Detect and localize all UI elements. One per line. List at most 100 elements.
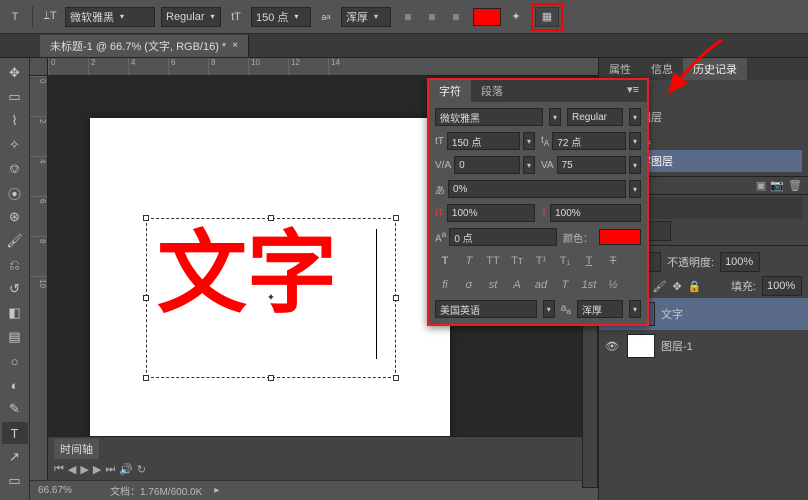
trash-icon[interactable]: 🗑 — [788, 179, 802, 192]
strikethrough-button[interactable]: T — [603, 252, 623, 270]
cp-baseline-input[interactable]: 0 点 — [449, 228, 557, 246]
character-tab[interactable]: 字符 — [429, 80, 471, 102]
canvas-text-content[interactable]: 文字 — [157, 229, 337, 319]
shape-tool[interactable]: ▭ — [2, 470, 28, 492]
dodge-tool[interactable]: ◐ — [2, 374, 28, 396]
lock-position-icon[interactable]: ✥ — [672, 280, 681, 293]
timeline-tab[interactable]: 时间轴 — [54, 439, 99, 459]
healing-tool[interactable]: ⊛ — [2, 206, 28, 228]
font-style-dropdown[interactable]: Regular▾ — [161, 7, 221, 27]
ligatures-button[interactable]: fi — [435, 276, 455, 294]
panel-menu-icon[interactable]: ▾≡ — [619, 80, 647, 102]
handle-bottom-right[interactable] — [393, 375, 399, 381]
align-left-button[interactable]: ≡ — [397, 7, 419, 27]
properties-tab[interactable]: 属性 — [599, 58, 641, 80]
handle-top-left[interactable] — [143, 215, 149, 221]
blur-tool[interactable]: ○ — [2, 350, 28, 372]
character-panel[interactable]: 字符 段落 ▾≡ 微软雅黑▾ Regular▾ tT150 点▾ tA72 点▾… — [427, 78, 649, 326]
eraser-tool[interactable]: ◧ — [2, 302, 28, 324]
history-tab[interactable]: 历史记录 — [683, 58, 747, 80]
swash-button[interactable]: A — [507, 276, 527, 294]
timeline-loop-icon[interactable]: ↻ — [137, 463, 146, 476]
bold-button[interactable]: T — [435, 252, 455, 270]
crop-tool[interactable]: ⎊ — [2, 158, 28, 180]
layer-name[interactable]: 文字 — [661, 306, 683, 322]
lock-all-icon[interactable]: 🔒 — [688, 280, 702, 293]
lock-pixels-icon[interactable]: 🖌 — [652, 280, 666, 293]
ordinals-button[interactable]: T — [555, 276, 575, 294]
document-tab[interactable]: 未标题-1 @ 66.7% (文字, RGB/16) * × — [40, 35, 249, 57]
subscript-button[interactable]: T₁ — [555, 252, 575, 270]
gradient-tool[interactable]: ▤ — [2, 326, 28, 348]
history-brush-tool[interactable]: ↺ — [2, 278, 28, 300]
cp-vscale-input[interactable]: 100% — [447, 204, 535, 222]
paragraph-tab[interactable]: 段落 — [471, 80, 513, 102]
align-center-button[interactable]: ≡ — [421, 7, 443, 27]
orientation-icon[interactable]: ⟘T — [41, 8, 59, 26]
text-bounding-box[interactable]: 文字 ✦ — [146, 218, 396, 378]
type-tool[interactable]: T — [2, 422, 28, 444]
opacity-input[interactable]: 100% — [720, 252, 760, 272]
zoom-level[interactable]: 66.67% — [38, 485, 98, 496]
cp-font-size-input[interactable]: 150 点 — [447, 132, 520, 150]
cp-aa-dropdown[interactable]: 浑厚 — [577, 300, 623, 318]
fractions-button[interactable]: 1st — [579, 276, 599, 294]
camera-icon[interactable]: 📷 — [770, 179, 784, 192]
stylistic-button[interactable]: st — [483, 276, 503, 294]
path-tool[interactable]: ↗ — [2, 446, 28, 468]
cp-leading-input[interactable]: 72 点 — [552, 132, 626, 150]
marquee-tool[interactable]: ▭ — [2, 86, 28, 108]
handle-bottom-center[interactable] — [268, 375, 274, 381]
snapshot-icon[interactable]: ▣ — [756, 179, 766, 192]
font-family-dropdown[interactable]: 微软雅黑▾ — [65, 7, 155, 27]
layer-name[interactable]: 图层-1 — [661, 338, 693, 354]
text-color-swatch[interactable] — [473, 8, 501, 26]
font-size-dropdown[interactable]: 150 点▾ — [251, 7, 311, 27]
close-tab-icon[interactable]: × — [232, 40, 238, 51]
cp-font-style-dropdown[interactable]: Regular — [567, 108, 623, 126]
italic-button[interactable]: T — [459, 252, 479, 270]
cp-tracking-input[interactable]: 75 — [557, 156, 626, 174]
superscript-button[interactable]: T¹ — [531, 252, 551, 270]
layer-row[interactable]: 👁 图层-1 — [599, 330, 808, 362]
handle-top-right[interactable] — [393, 215, 399, 221]
status-caret-icon[interactable]: ▸ — [214, 485, 219, 496]
timeline-prev-icon[interactable]: ◀ — [68, 463, 76, 476]
cp-tsume-input[interactable]: 0% — [448, 180, 626, 198]
cp-color-swatch[interactable] — [599, 229, 641, 245]
underline-button[interactable]: T — [579, 252, 599, 270]
visibility-toggle-icon[interactable]: 👁 — [605, 340, 621, 353]
half-button[interactable]: ½ — [603, 276, 623, 294]
timeline-last-icon[interactable]: ⏭ — [105, 463, 115, 476]
handle-top-center[interactable] — [268, 215, 274, 221]
handle-bottom-left[interactable] — [143, 375, 149, 381]
lasso-tool[interactable]: ⌇ — [2, 110, 28, 132]
warp-text-icon[interactable]: ✦ — [507, 8, 525, 26]
contextual-button[interactable]: σ — [459, 276, 479, 294]
titling-button[interactable]: ad — [531, 276, 551, 294]
brush-tool[interactable]: 🖌 — [2, 230, 28, 252]
move-tool[interactable]: ✥ — [2, 62, 28, 84]
fill-input[interactable]: 100% — [762, 276, 802, 296]
smallcaps-button[interactable]: Tт — [507, 252, 527, 270]
eyedropper-tool[interactable]: ⦿ — [2, 182, 28, 204]
info-tab[interactable]: 信息 — [641, 58, 683, 80]
timeline-play-icon[interactable]: ▶ — [80, 463, 88, 476]
stamp-tool[interactable]: ⎌ — [2, 254, 28, 276]
timeline-next-icon[interactable]: ▶ — [93, 463, 101, 476]
handle-middle-left[interactable] — [143, 295, 149, 301]
character-panel-toggle-button[interactable]: ▦ — [535, 7, 559, 27]
timeline-audio-icon[interactable]: 🔊 — [119, 463, 133, 476]
pen-tool[interactable]: ✎ — [2, 398, 28, 420]
timeline-first-icon[interactable]: ⏮ — [54, 463, 64, 476]
align-right-button[interactable]: ≡ — [445, 7, 467, 27]
wand-tool[interactable]: ✧ — [2, 134, 28, 156]
document-canvas[interactable]: 文字 ✦ — [90, 118, 450, 438]
antialiasing-dropdown[interactable]: 浑厚▾ — [341, 7, 391, 27]
cp-language-dropdown[interactable]: 美国英语 — [435, 300, 537, 318]
cp-hscale-input[interactable]: 100% — [550, 204, 641, 222]
cp-kerning-input[interactable]: 0 — [454, 156, 520, 174]
handle-middle-right[interactable] — [393, 295, 399, 301]
allcaps-button[interactable]: TT — [483, 252, 503, 270]
cp-font-family-dropdown[interactable]: 微软雅黑 — [435, 108, 543, 126]
